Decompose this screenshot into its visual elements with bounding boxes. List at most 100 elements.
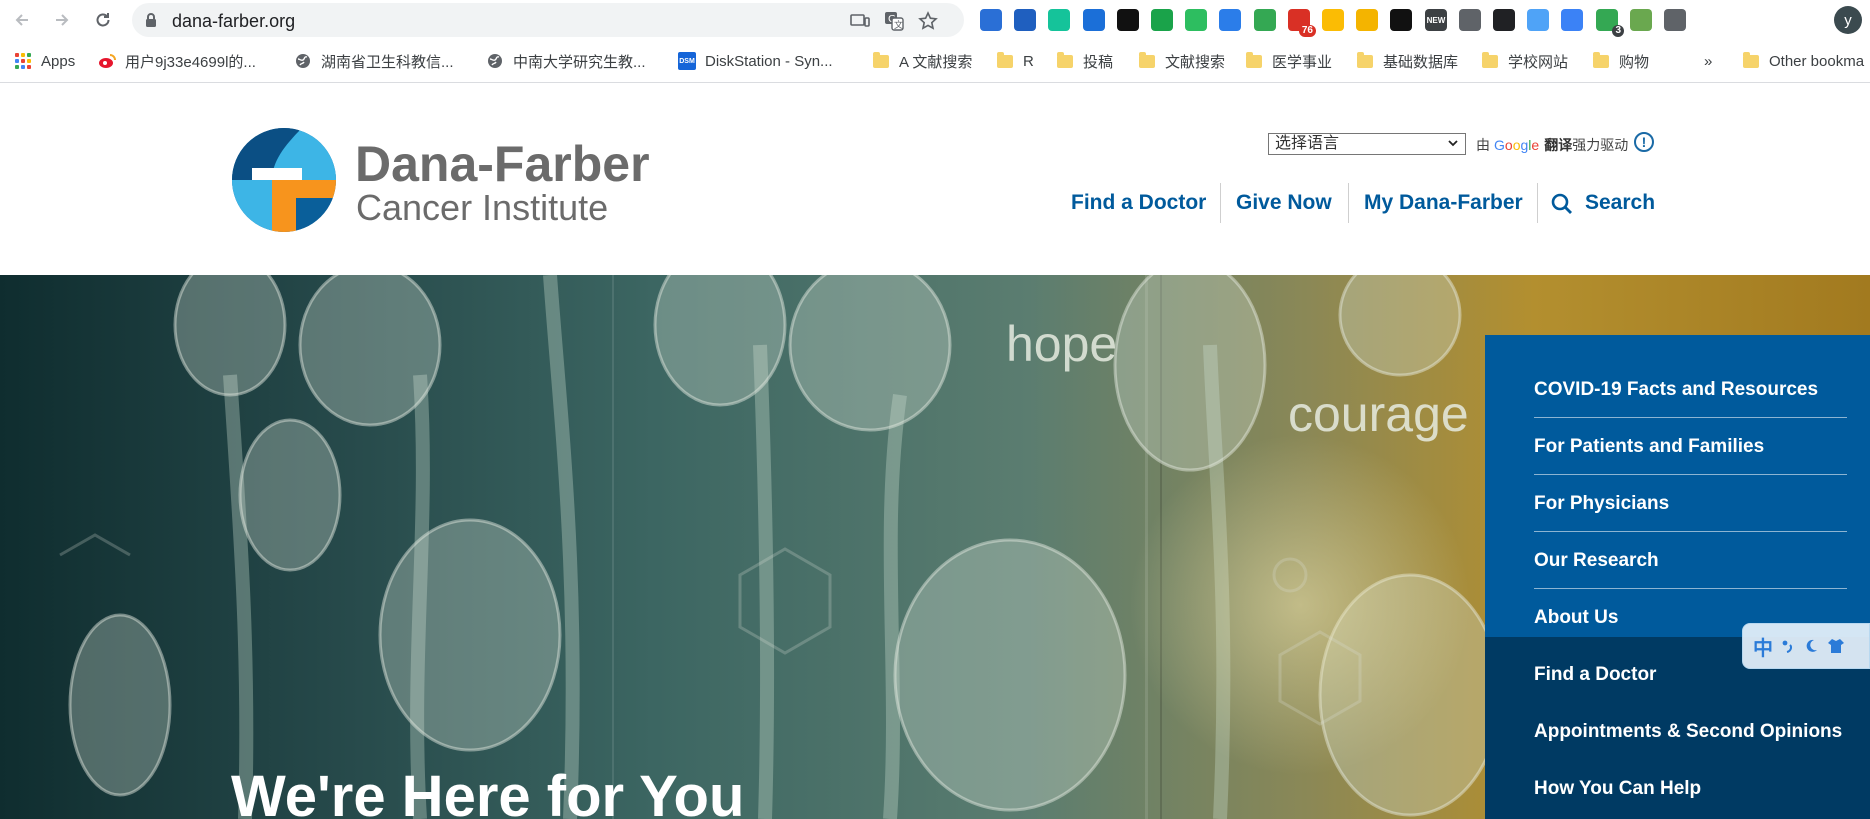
info-icon[interactable]: ! (1634, 132, 1654, 152)
bookmark-item[interactable]: DSM DiskStation - Syn... (678, 50, 833, 72)
bookmark-label: 投稿 (1083, 53, 1114, 71)
chart-check-icon[interactable] (1254, 9, 1276, 31)
bookmark-item[interactable]: Apps (14, 50, 75, 72)
extension-badge: 3 (1612, 25, 1624, 37)
google-letter: e (1531, 137, 1540, 153)
search-icon[interactable] (1550, 192, 1574, 221)
profile-avatar[interactable]: y (1834, 6, 1862, 34)
menu-physicians[interactable]: For Physicians (1534, 475, 1847, 532)
bookmark-item[interactable]: 购物 (1592, 50, 1649, 72)
globe-icon[interactable] (1459, 9, 1481, 31)
bookmark-label: 中南大学研究生教... (513, 53, 646, 71)
ime-language-toggle[interactable]: 中 (1753, 632, 1773, 661)
translate-bold: 翻译 (1544, 137, 1573, 153)
more-bookmarks-button[interactable]: » (1704, 50, 1712, 72)
graduation-cap-icon[interactable] (980, 9, 1002, 31)
microscope-icon[interactable] (1014, 9, 1036, 31)
dana-farber-logo-icon[interactable] (232, 128, 336, 232)
bookmark-label: Apps (41, 52, 76, 70)
chevron-down-icon (1448, 140, 1458, 147)
arrow-right-icon (56, 14, 69, 26)
url-text[interactable]: dana-farber.org (172, 11, 295, 32)
forward-button[interactable] (50, 8, 74, 32)
svg-text:文: 文 (894, 19, 903, 31)
evernote-icon[interactable] (1185, 9, 1207, 31)
refresh-g-icon[interactable] (1664, 9, 1686, 31)
folder-icon (872, 51, 890, 70)
nav-divider (1537, 183, 1538, 223)
install-app-icon[interactable] (850, 11, 870, 31)
bookmark-item[interactable]: 中南大学研究生教... (486, 50, 646, 72)
ime-toolbar[interactable]: 中 (1742, 623, 1870, 669)
punctuation-icon[interactable] (1781, 639, 1795, 653)
moon-icon[interactable] (1803, 638, 1819, 654)
translate-prefix: 由 (1476, 137, 1490, 153)
translate-icon[interactable]: G文 (884, 11, 904, 31)
earth-icon[interactable] (1630, 9, 1652, 31)
menu-patients-families[interactable]: For Patients and Families (1534, 418, 1847, 475)
folder-icon (1481, 51, 1499, 70)
nav-find-a-doctor[interactable]: Find a Doctor (1071, 183, 1206, 223)
language-select-value: 选择语言 (1275, 135, 1340, 152)
nav-divider (1348, 183, 1349, 223)
bookmark-label: 用户9j33e4699l的... (125, 53, 256, 71)
new-icon[interactable]: NEW (1425, 9, 1447, 31)
google-letter: G (1494, 137, 1505, 153)
folder-icon (1742, 51, 1760, 70)
skin-shirt-icon[interactable] (1827, 638, 1845, 654)
google-wordmark[interactable]: Google (1494, 137, 1539, 153)
bookmark-label: 购物 (1619, 53, 1650, 71)
menu-appointments[interactable]: Appointments & Second Opinions (1534, 703, 1847, 760)
other-bookmarks-folder[interactable]: Other bookma (1742, 50, 1864, 72)
brand-name[interactable]: Dana-Farber (355, 135, 650, 193)
reload-button[interactable] (91, 8, 115, 32)
bookmark-item[interactable]: 学校网站 (1481, 50, 1568, 72)
bookmark-label: DiskStation - Syn... (705, 52, 833, 70)
bookmark-item[interactable]: R (996, 50, 1034, 72)
bookmark-item[interactable]: 基础数据库 (1356, 50, 1458, 72)
camera-icon[interactable] (1083, 9, 1105, 31)
apps-icon (14, 52, 32, 70)
folder-icon (1138, 51, 1156, 70)
hero-side-menu: COVID-19 Facts and Resources For Patient… (1485, 335, 1870, 819)
address-bar[interactable]: dana-farber.org G文 (132, 3, 964, 37)
bookmark-label: A 文献搜索 (899, 53, 973, 71)
cloud-icon[interactable] (1561, 9, 1583, 31)
bookmark-item[interactable]: 文献搜索 (1138, 50, 1225, 72)
site-header: Dana-Farber Cancer Institute 选择语言 由 Goog… (0, 83, 1870, 275)
check-icon[interactable] (1527, 9, 1549, 31)
bookmark-item[interactable]: 医学事业 (1245, 50, 1332, 72)
bookmark-label: 基础数据库 (1383, 53, 1459, 71)
notion-like-icon[interactable] (1117, 9, 1139, 31)
box-icon[interactable] (1390, 9, 1412, 31)
grammarly-icon[interactable] (1048, 9, 1070, 31)
translate-suffix: 强力驱动 (1572, 137, 1629, 153)
green-leaf-icon[interactable] (1151, 9, 1173, 31)
dots-icon[interactable] (1356, 9, 1378, 31)
nav-search[interactable]: Search (1585, 183, 1655, 223)
brand-subtitle[interactable]: Cancer Institute (356, 187, 608, 229)
bookmark-item[interactable]: A 文献搜索 (872, 50, 972, 72)
color-ring-icon[interactable] (1322, 9, 1344, 31)
weibo-icon (98, 52, 116, 70)
hero-word-courage: courage (1288, 386, 1469, 442)
bookmark-item[interactable]: 用户9j33e4699l的... (98, 50, 256, 72)
mail-icon[interactable]: 76 (1288, 9, 1316, 37)
bookmark-label: 医学事业 (1272, 53, 1333, 71)
pen-icon[interactable] (1219, 9, 1241, 31)
language-select[interactable]: 选择语言 (1268, 133, 1466, 155)
google-letter: o (1504, 137, 1513, 153)
nav-give-now[interactable]: Give Now (1236, 183, 1332, 223)
star-bookmark-icon[interactable] (918, 11, 938, 31)
nav-my-dana-farber[interactable]: My Dana-Farber (1364, 183, 1523, 223)
hero-word-hope: hope (1006, 316, 1118, 372)
menu-covid-19[interactable]: COVID-19 Facts and Resources (1534, 361, 1847, 418)
menu-our-research[interactable]: Our Research (1534, 532, 1847, 589)
bookmark-label: R (1023, 52, 1034, 70)
back-button[interactable] (10, 8, 34, 32)
menu-how-you-can-help[interactable]: How You Can Help (1534, 760, 1847, 817)
bookmark-item[interactable]: 湖南省卫生科教信... (294, 50, 454, 72)
bookmark-item[interactable]: 投稿 (1056, 50, 1113, 72)
fish-icon[interactable] (1493, 9, 1515, 31)
shield-icon[interactable]: 3 (1596, 9, 1624, 37)
